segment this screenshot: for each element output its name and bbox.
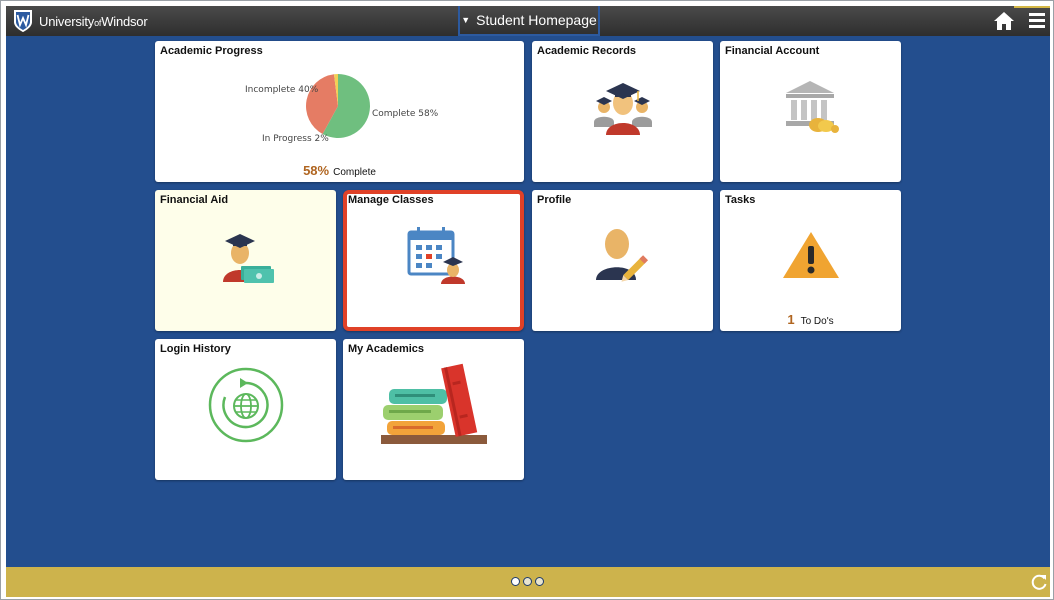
tile-academic-progress[interactable]: Academic Progress Incomplete 40% Complet…: [155, 41, 524, 182]
page-indicator: [511, 577, 544, 586]
page-dot-3[interactable]: [535, 577, 544, 586]
caret-down-icon: ▼: [461, 15, 471, 25]
graduates-icon: [594, 83, 652, 135]
page-dot-1[interactable]: [511, 577, 520, 586]
globe-history-icon: [208, 367, 284, 443]
pie-label-incomplete: Incomplete 40%: [245, 85, 319, 95]
tile-title: Login History: [160, 343, 231, 355]
todo-count: 1: [787, 312, 795, 327]
pie-label-complete: Complete 58%: [372, 109, 439, 119]
todo-label: To Do's: [800, 316, 834, 327]
pie-chart: [306, 74, 370, 138]
tile-title: Manage Classes: [348, 194, 434, 206]
app-frame: UniversityofWindsor ▼ Student Homepage A…: [0, 0, 1054, 600]
top-header: UniversityofWindsor ▼ Student Homepage: [6, 6, 1050, 36]
progress-percent: 58%: [303, 163, 330, 178]
tile-profile[interactable]: Profile: [532, 190, 713, 331]
pie-label-in-progress: In Progress 2%: [262, 134, 329, 144]
person-pencil-icon: [596, 229, 649, 282]
tile-title: Academic Records: [537, 45, 637, 57]
tile-title: My Academics: [348, 343, 425, 355]
books-icon: [381, 363, 487, 444]
bank-coins-icon: [786, 81, 839, 133]
tile-title: Financial Account: [725, 45, 820, 57]
tile-title: Tasks: [725, 194, 756, 206]
page-dot-2[interactable]: [523, 577, 532, 586]
progress-summary: 58% Complete: [155, 163, 524, 178]
logo-text: UniversityofWindsor: [39, 13, 148, 29]
page-title: Student Homepage: [476, 12, 597, 28]
warning-icon: [783, 232, 839, 278]
tile-title: Academic Progress: [160, 45, 263, 57]
tile-financial-account[interactable]: Financial Account: [720, 41, 901, 182]
refresh-icon[interactable]: [1030, 573, 1048, 591]
tile-grid: Academic Progress Incomplete 40% Complet…: [6, 36, 1050, 567]
university-logo[interactable]: UniversityofWindsor: [12, 9, 148, 33]
tile-academic-records[interactable]: Academic Records: [532, 41, 713, 182]
shield-logo-icon: [14, 10, 32, 32]
tile-title: Financial Aid: [160, 194, 229, 206]
tile-manage-classes[interactable]: Manage Classes: [343, 190, 524, 331]
home-icon[interactable]: [993, 10, 1015, 32]
bottom-bar: [6, 567, 1050, 597]
tile-title: Profile: [537, 194, 572, 206]
progress-label: Complete: [333, 167, 376, 178]
tile-my-academics[interactable]: My Academics: [343, 339, 524, 480]
todo-summary: 1 To Do's: [720, 312, 901, 327]
tile-financial-aid[interactable]: Financial Aid: [155, 190, 336, 331]
calendar-student-icon: [407, 227, 465, 284]
hamburger-menu-icon[interactable]: [1026, 9, 1048, 31]
tile-login-history[interactable]: Login History: [155, 339, 336, 480]
header-accent-line: [1014, 6, 1050, 8]
tile-tasks[interactable]: Tasks 1 To Do's: [720, 190, 901, 331]
homepage-selector[interactable]: ▼ Student Homepage: [458, 6, 600, 36]
graduate-money-icon: [223, 234, 274, 283]
